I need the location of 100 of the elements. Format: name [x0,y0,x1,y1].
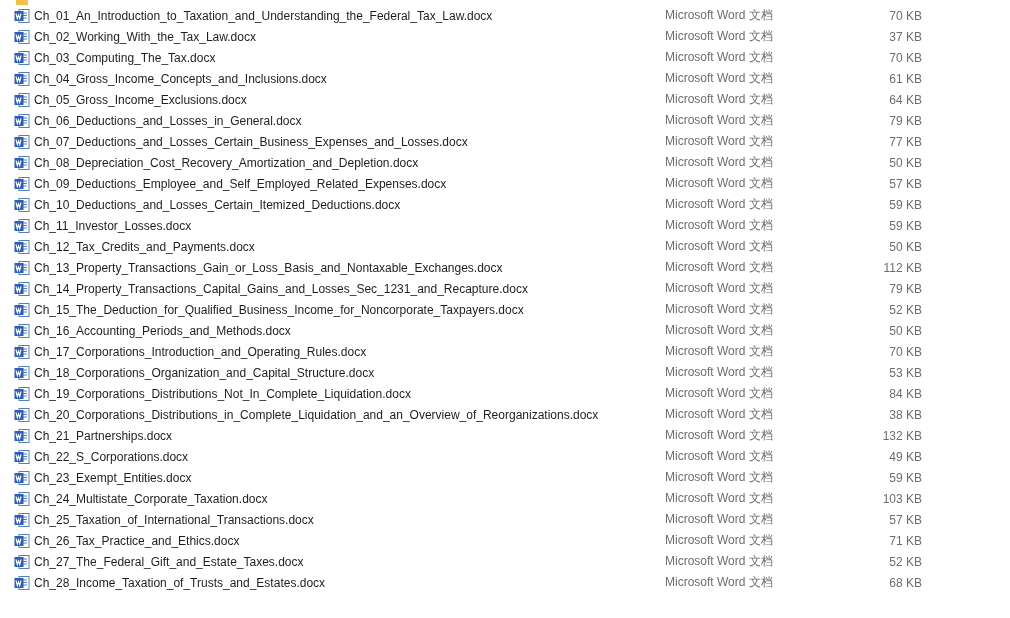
file-name[interactable]: Ch_28_Income_Taxation_of_Trusts_and_Estates.docx [34,575,665,590]
file-size: 53 KB [888,365,922,380]
file-name[interactable]: Ch_12_Tax_Credits_and_Payments.docx [34,239,665,254]
word-document-icon [14,364,30,381]
file-name[interactable]: Ch_06_Deductions_and_Losses_in_General.docx [34,113,665,128]
file-type: Microsoft Word 文档 [665,259,774,276]
file-size: 50 KB [888,155,922,170]
file-size: 71 KB [888,533,922,548]
word-document-icon [14,553,30,570]
file-name[interactable]: Ch_21_Partnerships.docx [34,428,665,443]
file-name[interactable]: Ch_05_Gross_Income_Exclusions.docx [34,92,665,107]
file-name[interactable]: Ch_16_Accounting_Periods_and_Methods.docx [34,323,665,338]
word-document-icon [14,322,30,339]
file-name[interactable]: Ch_23_Exempt_Entities.docx [34,470,665,485]
file-name[interactable]: Ch_25_Taxation_of_International_Transactions.docx [34,512,665,527]
word-document-icon [14,70,30,87]
file-type: Microsoft Word 文档 [665,406,774,423]
file-type: Microsoft Word 文档 [665,280,774,297]
file-type: Microsoft Word 文档 [665,217,774,234]
file-name[interactable]: Ch_02_Working_With_the_Tax_Law.docx [34,29,665,44]
word-document-icon [14,7,30,24]
file-size: 64 KB [888,92,922,107]
file-name[interactable]: Ch_11_Investor_Losses.docx [34,218,665,233]
folder-icon [15,0,29,5]
file-name[interactable]: Ch_14_Property_Transactions_Capital_Gains_and_Losses_Sec_1231_and_Recapture.docx [34,281,665,296]
file-size: 57 KB [888,176,922,191]
file-type: Microsoft Word 文档 [665,469,774,486]
file-type: Microsoft Word 文档 [665,490,774,507]
word-document-icon [14,175,30,192]
file-name[interactable]: Ch_18_Corporations_Organization_and_Capital_Structure.docx [34,365,665,380]
file-name[interactable]: Ch_01_An_Introduction_to_Taxation_and_Understanding_the_Federal_Tax_Law.docx [34,8,665,23]
file-name[interactable]: Ch_08_Depreciation_Cost_Recovery_Amortization_and_Depletion.docx [34,155,665,170]
word-document-icon [14,343,30,360]
file-size: 52 KB [888,554,922,569]
file-size: 37 KB [888,29,922,44]
word-document-icon [14,238,30,255]
file-type: Microsoft Word 文档 [665,154,774,171]
file-size: 79 KB [888,281,922,296]
file-type: Microsoft Word 文档 [665,133,774,150]
file-name[interactable]: Ch_24_Multistate_Corporate_Taxation.docx [34,491,665,506]
file-type: Microsoft Word 文档 [665,532,774,549]
file-type: Microsoft Word 文档 [665,91,774,108]
word-document-icon [14,301,30,318]
file-name[interactable]: Ch_09_Deductions_Employee_and_Self_Employed_Related_Expenses.docx [34,176,665,191]
file-type: Microsoft Word 文档 [665,28,774,45]
file-name[interactable]: Ch_07_Deductions_and_Losses_Certain_Business_Expenses_and_Losses.docx [34,134,665,149]
file-size: 59 KB [888,470,922,485]
word-document-icon [14,574,30,591]
file-name[interactable]: Ch_27_The_Federal_Gift_and_Estate_Taxes.docx [34,554,665,569]
file-size: 61 KB [888,71,922,86]
word-document-icon [14,112,30,129]
file-size: 50 KB [888,323,922,338]
file-type: Microsoft Word 文档 [665,553,774,570]
word-document-icon [14,406,30,423]
file-name[interactable]: Ch_04_Gross_Income_Concepts_and_Inclusions.docx [34,71,665,86]
file-size: 57 KB [888,512,922,527]
word-document-icon [14,133,30,150]
file-size: 68 KB [888,575,922,590]
file-type: Microsoft Word 文档 [665,7,774,24]
word-document-icon [14,280,30,297]
file-size: 103 KB [881,491,922,506]
file-type: Microsoft Word 文档 [665,70,774,87]
word-document-icon [14,427,30,444]
word-document-icon [14,49,30,66]
file-name[interactable]: Ch_13_Property_Transactions_Gain_or_Loss_Basis_and_Nontaxable_Exchanges.docx [34,260,665,275]
file-type: Microsoft Word 文档 [665,301,774,318]
word-document-icon [14,511,30,528]
file-type: Microsoft Word 文档 [665,448,774,465]
file-size: 77 KB [888,134,922,149]
word-document-icon [14,448,30,465]
file-size: 112 KB [882,260,922,275]
file-size: 59 KB [888,197,922,212]
file-name[interactable]: Ch_15_The_Deduction_for_Qualified_Business_Income_for_Noncorporate_Taxpayers.docx [34,302,665,317]
file-type: Microsoft Word 文档 [665,364,774,381]
word-document-icon [14,385,30,402]
file-name[interactable]: Ch_22_S_Corporations.docx [34,449,665,464]
file-name[interactable]: Ch_19_Corporations_Distributions_Not_In_Complete_Liquidation.docx [34,386,665,401]
word-document-icon [14,259,30,276]
file-type: Microsoft Word 文档 [665,343,774,360]
word-document-icon [14,217,30,234]
file-name[interactable]: Ch_20_Corporations_Distributions_in_Complete_Liquidation_and_an_Overview_of_Reorganizations.docx [34,407,665,422]
word-document-icon [14,154,30,171]
file-size: 84 KB [888,386,922,401]
file-size: 50 KB [888,239,922,254]
word-document-icon [14,91,30,108]
file-type: Microsoft Word 文档 [665,196,774,213]
file-type: Microsoft Word 文档 [665,49,774,66]
file-name[interactable]: Ch_26_Tax_Practice_and_Ethics.docx [34,533,665,548]
file-size: 79 KB [888,113,922,128]
file-name[interactable]: Ch_03_Computing_The_Tax.docx [34,50,665,65]
word-document-icon [14,28,30,45]
file-name[interactable]: Ch_17_Corporations_Introduction_and_Operating_Rules.docx [34,344,665,359]
file-size: 52 KB [888,302,922,317]
file-type: Microsoft Word 文档 [665,427,774,444]
file-type: Microsoft Word 文档 [665,322,774,339]
file-size: 49 KB [888,449,922,464]
file-type: Microsoft Word 文档 [665,511,774,528]
word-document-icon [14,490,30,507]
file-size: 70 KB [888,50,922,65]
file-name[interactable]: Ch_10_Deductions_and_Losses_Certain_Itemized_Deductions.docx [34,197,665,212]
